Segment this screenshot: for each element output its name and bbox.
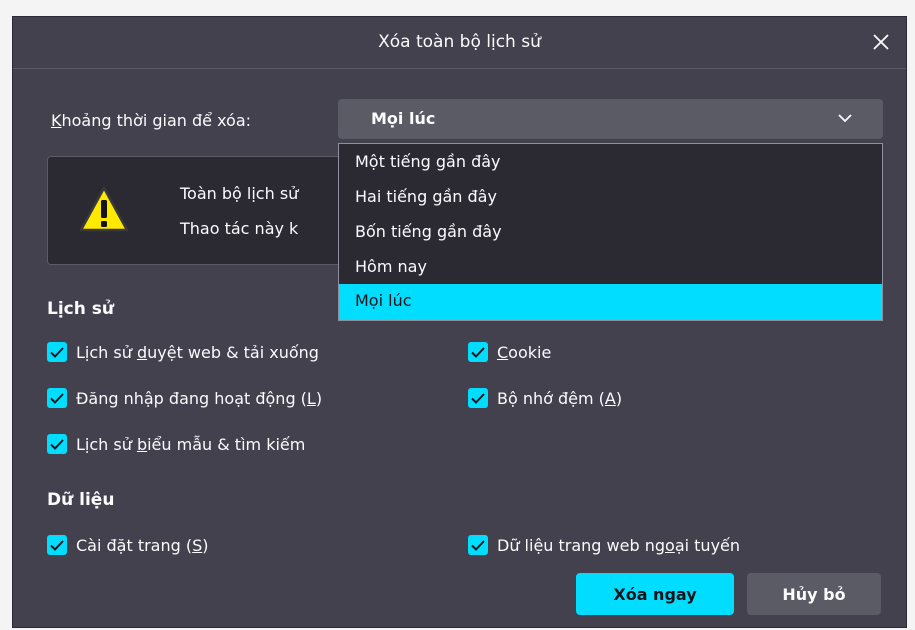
option-last-two-hours[interactable]: Hai tiếng gần đây (339, 179, 882, 214)
option-last-four-hours[interactable]: Bốn tiếng gần đây (339, 214, 882, 249)
checkbox-checked-icon (468, 535, 488, 555)
warning-box: Toàn bộ lịch sử Thao tác này k (47, 156, 367, 265)
time-range-label: Khoảng thời gian để xóa: (51, 111, 251, 130)
checkbox-checked-icon (468, 388, 488, 408)
history-heading: Lịch sử (47, 299, 114, 319)
option-last-hour[interactable]: Một tiếng gần đây (339, 144, 882, 179)
checkbox-form-search-history[interactable]: Lịch sử biểu mẫu & tìm kiếm (47, 434, 305, 454)
checkbox-checked-icon (468, 342, 488, 362)
dialog-titlebar: Xóa toàn bộ lịch sử (13, 17, 906, 69)
warning-line-1: Toàn bộ lịch sử (180, 184, 299, 203)
checkbox-cache[interactable]: Bộ nhớ đệm (A) (468, 388, 622, 408)
checkbox-browsing-history[interactable]: Lịch sử duyệt web & tải xuống (47, 342, 319, 362)
checkbox-active-logins[interactable]: Đăng nhập đang hoạt động (L) (47, 388, 322, 408)
time-range-select[interactable]: Mọi lúc (338, 99, 883, 139)
time-range-selected-value: Mọi lúc (371, 109, 436, 128)
checkbox-checked-icon (47, 342, 67, 362)
close-icon (873, 34, 889, 50)
checkbox-label: Cookie (497, 342, 552, 362)
checkbox-offline-website-data[interactable]: Dữ liệu trang web ngoại tuyến (468, 535, 740, 555)
option-today[interactable]: Hôm nay (339, 249, 882, 284)
checkbox-site-settings[interactable]: Cài đặt trang (S) (47, 535, 209, 555)
close-button[interactable] (864, 25, 898, 59)
checkbox-checked-icon (47, 434, 67, 454)
time-range-dropdown: Một tiếng gần đây Hai tiếng gần đây Bốn … (338, 143, 883, 321)
dialog-title: Xóa toàn bộ lịch sử (378, 32, 541, 52)
checkbox-label: Bộ nhớ đệm (A) (497, 388, 623, 408)
chevron-down-icon (838, 114, 852, 123)
time-range-label-text: hoảng thời gian để xóa: (61, 111, 252, 130)
checkbox-label: Cài đặt trang (S) (76, 535, 209, 555)
checkbox-checked-icon (47, 535, 67, 555)
warning-line-2: Thao tác này k (180, 219, 299, 238)
checkbox-cookies[interactable]: Cookie (468, 342, 551, 362)
time-range-label-accesskey: K (51, 111, 62, 130)
checkbox-label: Lịch sử duyệt web & tải xuống (76, 342, 319, 362)
checkbox-checked-icon (47, 388, 67, 408)
option-everything[interactable]: Mọi lúc (339, 284, 882, 320)
checkbox-label: Dữ liệu trang web ngoại tuyến (497, 535, 741, 555)
checkbox-label: Lịch sử biểu mẫu & tìm kiếm (76, 434, 306, 454)
checkbox-label: Đăng nhập đang hoạt động (L) (76, 388, 323, 408)
clear-now-button[interactable]: Xóa ngay (576, 573, 734, 615)
data-heading: Dữ liệu (47, 490, 115, 510)
cancel-button[interactable]: Hủy bỏ (747, 573, 881, 615)
clear-history-dialog: Xóa toàn bộ lịch sử Khoảng thời gian để … (12, 16, 907, 628)
warning-icon (79, 186, 129, 232)
